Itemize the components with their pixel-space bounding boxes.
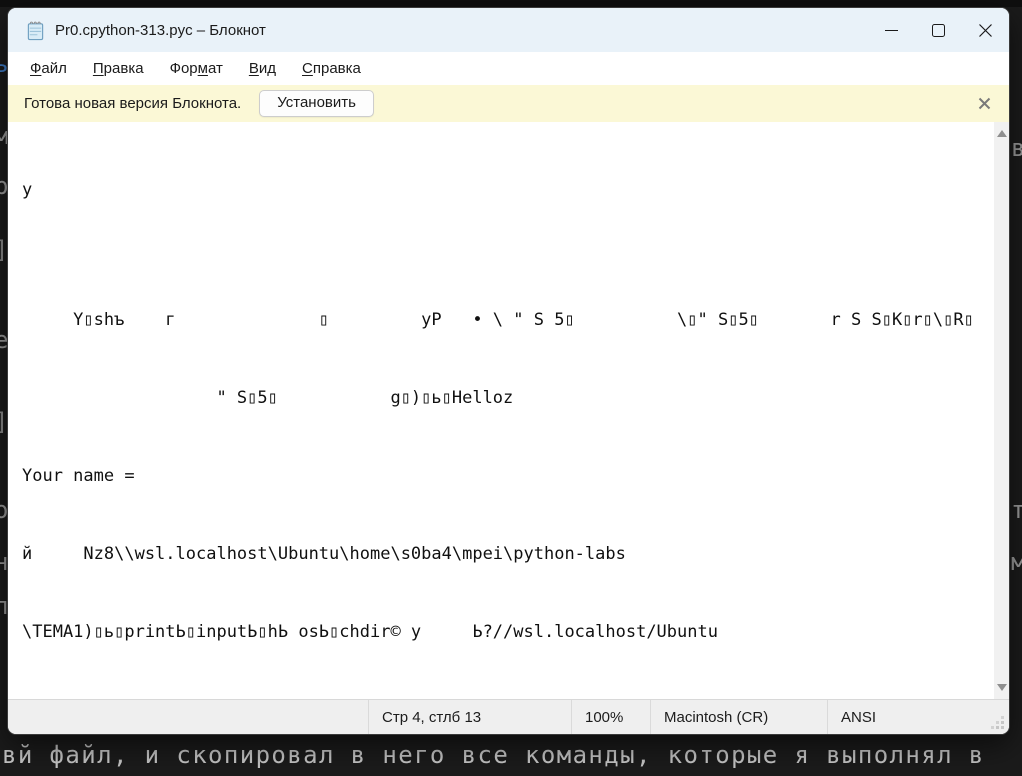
screen-top-strip	[0, 0, 1022, 7]
editor-text: у Y▯shъ г ▯ уР • \ " S 5▯ \▯" S▯5▯ r S S…	[22, 125, 989, 699]
terminal-bottom-line: вй файл, и скопировал в него все команды…	[2, 738, 1022, 772]
minimize-button[interactable]	[868, 8, 915, 52]
minimize-icon	[885, 30, 898, 31]
close-button[interactable]	[962, 8, 1009, 52]
menu-file[interactable]: Файл	[17, 56, 80, 81]
window-controls	[868, 8, 1009, 52]
terminal-text-fragment: в	[1011, 134, 1022, 162]
editor-line: Y▯shъ г ▯ уР • \ " S 5▯ \▯" S▯5▯ r S S▯K…	[22, 307, 989, 333]
notification-close-button[interactable]	[975, 95, 993, 113]
text-area[interactable]: у Y▯shъ г ▯ уР • \ " S 5▯ \▯" S▯5▯ r S S…	[8, 122, 1009, 699]
maximize-button[interactable]	[915, 8, 962, 52]
menu-view[interactable]: Вид	[236, 56, 289, 81]
menu-format[interactable]: Формат	[157, 56, 236, 81]
resize-grip-icon[interactable]	[1001, 726, 1004, 729]
notepad-window: Pr0.cpython-313.pyc – Блокнот Файл Правк…	[8, 8, 1009, 734]
editor-line: у	[22, 177, 989, 203]
zoom-level-indicator: 100%	[571, 700, 650, 734]
install-button[interactable]: Установить	[259, 90, 374, 117]
cursor-position-indicator: Стр 4, стлб 13	[368, 700, 571, 734]
maximize-icon	[932, 24, 945, 37]
scroll-down-icon[interactable]	[997, 684, 1007, 691]
editor-line: " S▯5▯ g▯)▯ь▯Helloz	[22, 385, 989, 411]
update-message: Готова новая версия Блокнота.	[24, 95, 241, 112]
line-ending-indicator: Macintosh (CR)	[650, 700, 827, 734]
terminal-text-fragment: т	[1011, 496, 1022, 524]
close-icon	[978, 23, 993, 38]
scroll-up-icon[interactable]	[997, 130, 1007, 137]
status-spacer	[8, 700, 368, 734]
menu-bar: Файл Правка Формат Вид Справка	[8, 52, 1009, 85]
terminal-text-fragment: м	[1011, 548, 1022, 576]
encoding-indicator: ANSI	[827, 700, 1009, 734]
menu-help[interactable]: Справка	[289, 56, 374, 81]
window-title: Pr0.cpython-313.pyc – Блокнот	[55, 22, 266, 39]
menu-edit[interactable]: Правка	[80, 56, 157, 81]
editor-line: \TEMA1)▯ь▯printЬ▯inputЬ▯hЬ osЬ▯chdir© у …	[22, 619, 989, 645]
editor-line: й Nz8\\wsl.localhost\Ubuntu\home\s0ba4\m…	[22, 541, 989, 567]
update-notification-bar: Готова новая версия Блокнота. Установить	[8, 85, 1009, 122]
notification-close-icon	[978, 97, 991, 110]
vertical-scrollbar[interactable]	[994, 122, 1009, 699]
editor-line: Your name =	[22, 463, 989, 489]
title-bar[interactable]: Pr0.cpython-313.pyc – Блокнот	[8, 8, 1009, 52]
notepad-icon	[26, 20, 45, 41]
status-bar: Стр 4, стлб 13 100% Macintosh (CR) ANSI	[8, 699, 1009, 734]
